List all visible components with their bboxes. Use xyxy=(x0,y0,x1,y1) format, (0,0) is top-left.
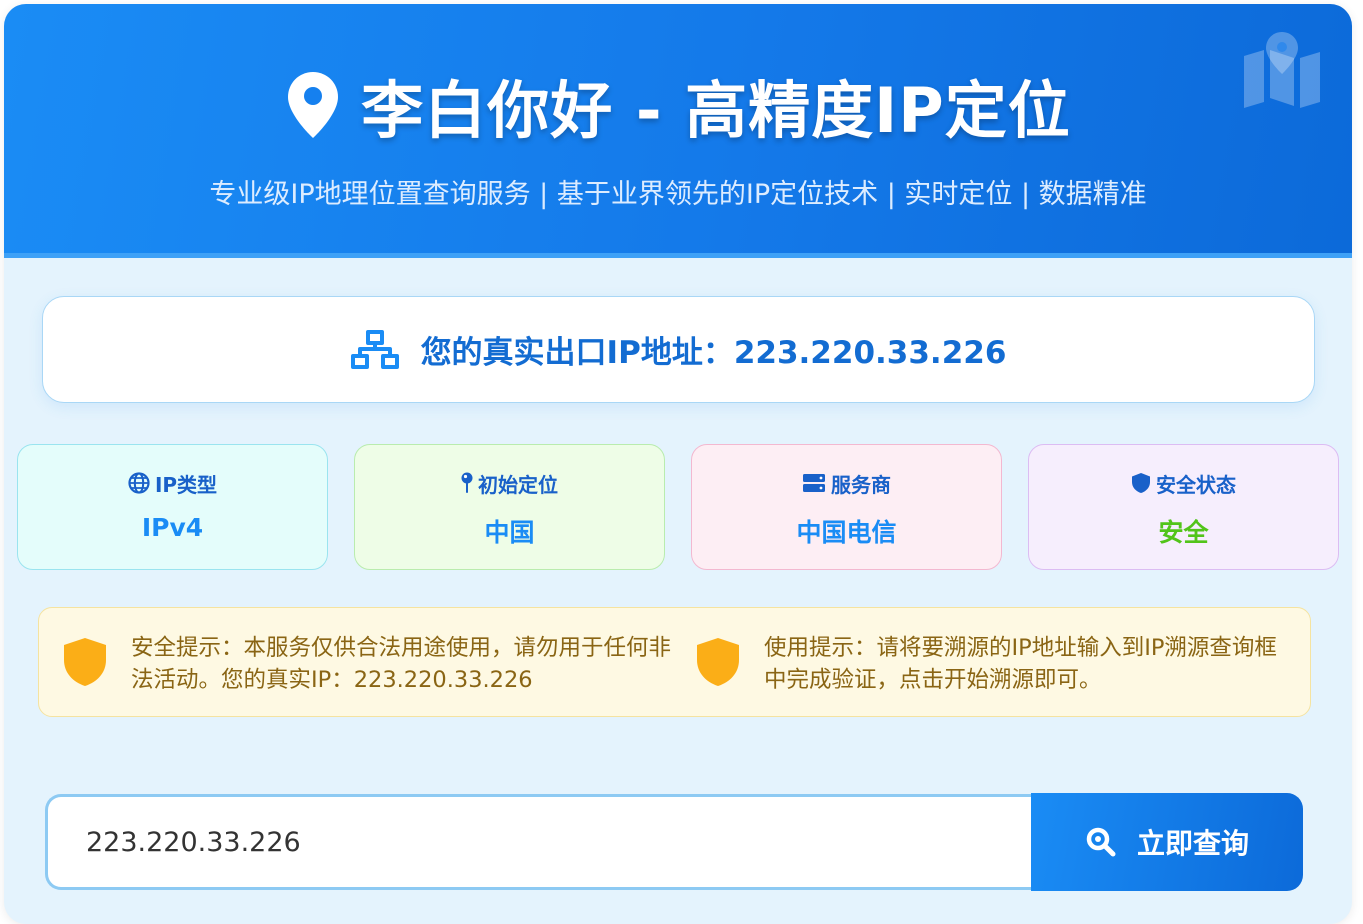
network-icon xyxy=(350,329,399,369)
security-tip: 安全提示：本服务仅供合法用途使用，请勿用于任何非法活动。您的真实IP：223.2… xyxy=(61,632,681,696)
server-icon xyxy=(803,474,825,492)
stat-initial-location: 初始定位 中国 xyxy=(354,444,665,570)
shield-icon xyxy=(1132,473,1150,493)
real-ip-text: 您的真实出口IP地址：223.220.33.226 xyxy=(420,335,1007,371)
stat-label-row: IP类型 xyxy=(18,469,327,497)
stat-value: IPv4 xyxy=(141,513,204,542)
globe-icon xyxy=(128,472,150,494)
stat-label: 服务商 xyxy=(831,472,891,497)
stat-value: 中国电信 xyxy=(796,518,897,547)
warning-shield-icon xyxy=(64,638,106,686)
tips-panel: 安全提示：本服务仅供合法用途使用，请勿用于任何非法活动。您的真实IP：223.2… xyxy=(38,607,1311,717)
map-pin-icon xyxy=(461,472,473,493)
stat-value: 中国 xyxy=(484,518,535,547)
real-ip-banner: 您的真实出口IP地址：223.220.33.226 xyxy=(42,296,1315,403)
title-row: 李白你好 - 高精度IP定位 xyxy=(4,60,1352,150)
map-icon xyxy=(1244,32,1320,108)
search-icon xyxy=(1086,827,1116,857)
stat-label: 安全状态 xyxy=(1156,472,1236,497)
usage-tip-text: 使用提示：请将要溯源的IP地址输入到IP溯源查询框中完成验证，点击开始溯源即可。 xyxy=(764,635,1277,693)
stat-ip-type: IP类型 IPv4 xyxy=(17,444,328,570)
page-subtitle: 专业级IP地理位置查询服务 | 基于业界领先的IP定位技术 | 实时定位 | 数… xyxy=(209,179,1147,210)
search-button-label: 立即查询 xyxy=(1136,827,1249,860)
ip-search-input[interactable] xyxy=(45,794,1031,890)
location-pin-icon xyxy=(288,72,339,138)
search-button[interactable]: 立即查询 xyxy=(1031,793,1303,891)
stat-label-row: 服务商 xyxy=(692,469,1001,497)
stat-label-row: 安全状态 xyxy=(1029,469,1338,497)
stat-label-row: 初始定位 xyxy=(355,469,664,497)
page-header: 李白你好 - 高精度IP定位 专业级IP地理位置查询服务 | 基于业界领先的IP… xyxy=(4,4,1352,258)
stat-value: 安全 xyxy=(1158,518,1209,547)
stat-isp: 服务商 中国电信 xyxy=(691,444,1002,570)
usage-tip: 使用提示：请将要溯源的IP地址输入到IP溯源查询框中完成验证，点击开始溯源即可。 xyxy=(694,632,1294,696)
stat-label: 初始定位 xyxy=(478,472,558,497)
stat-security-status: 安全状态 安全 xyxy=(1028,444,1339,570)
warning-shield-icon xyxy=(697,638,739,686)
security-tip-text: 安全提示：本服务仅供合法用途使用，请勿用于任何非法活动。您的真实IP：223.2… xyxy=(131,635,672,693)
page-title: 李白你好 - 高精度IP定位 xyxy=(361,74,1071,147)
stat-label: IP类型 xyxy=(154,472,218,497)
